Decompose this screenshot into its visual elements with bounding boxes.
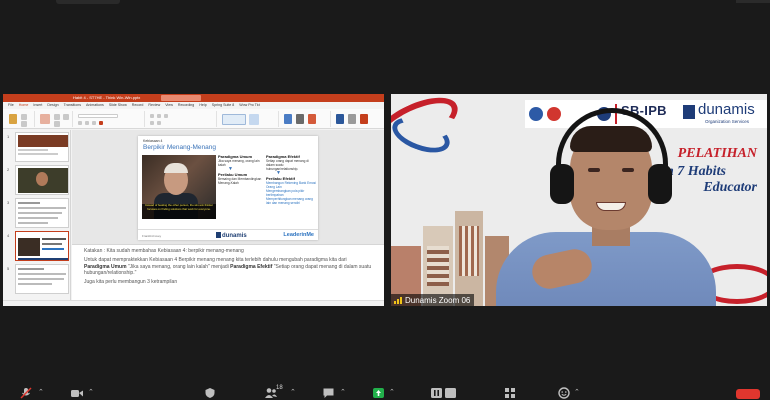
apps-icon[interactable] <box>504 387 516 399</box>
quick-access-toolbar[interactable] <box>7 95 37 108</box>
slide-thumbnail[interactable]: 2 <box>7 165 69 195</box>
meeting-toolbar: ⌃ ⌃ 18 ⌃ ⌃ ⌃ ⌃ <box>0 384 770 400</box>
effective-paradigm-column: Paradigma Efektif Setiap orang dapat men… <box>266 154 316 205</box>
chevron-up-icon[interactable]: ⌃ <box>389 389 395 396</box>
ribbon-tab[interactable]: Wow Pro Tkt <box>239 102 259 109</box>
slide-habit-label: Kebiasaan 4 <box>143 139 163 143</box>
ppt-search-box[interactable] <box>161 95 201 101</box>
slide-photo-caption: Instead of beating the other person, the… <box>142 203 216 219</box>
video-icon[interactable] <box>70 387 84 399</box>
share-screen-icon[interactable] <box>372 387 385 399</box>
chevron-up-icon[interactable]: ⌃ <box>88 389 94 396</box>
ribbon-tab[interactable]: Record <box>132 102 144 109</box>
ribbon-tab[interactable]: Transitions <box>64 102 81 109</box>
top-indicator <box>56 0 120 4</box>
participant-name: Dunamis Zoom 06 <box>405 295 471 305</box>
dunamis-logo: dunamis <box>216 232 247 239</box>
slide-thumbnail[interactable]: 3 <box>7 198 69 228</box>
window-controls[interactable] <box>353 95 381 108</box>
leader-in-me-logo: LeaderinMe <box>283 232 314 238</box>
participant-name-tag: Dunamis Zoom 06 <box>391 294 475 306</box>
connection-signal-icon <box>394 296 402 304</box>
ribbon-tab[interactable]: Review <box>148 102 160 109</box>
slide-thumbnail-pane[interactable]: 1 2 3 4 5 <box>3 130 71 300</box>
current-slide[interactable]: Kebiasaan 4 Berpikir Menang-Menang Inste… <box>138 136 318 240</box>
chevron-up-icon[interactable]: ⌃ <box>574 389 580 396</box>
participant-person <box>486 108 726 306</box>
slide-editor[interactable]: Kebiasaan 4 Berpikir Menang-Menang Inste… <box>72 130 384 300</box>
ribbon-tab[interactable]: Spring Suite 8 <box>212 102 235 109</box>
slide-thumbnail[interactable]: 5 <box>7 264 69 294</box>
participant-video-tile[interactable]: SB-IPB dunamis Organization Services PEL… <box>391 94 767 306</box>
slide-thumbnail-selected[interactable]: 4 <box>7 231 69 261</box>
slide-thumbnail[interactable]: 1 <box>7 132 69 162</box>
participants-count: 18 <box>276 385 283 391</box>
chevron-up-icon[interactable]: ⌃ <box>290 389 296 396</box>
chevron-up-icon[interactable]: ⌃ <box>340 389 346 396</box>
ppt-status-bar <box>3 300 384 306</box>
speaker-notes[interactable]: Katakan : Kita sudah membahas Kebiasaan … <box>72 244 384 300</box>
chat-icon[interactable] <box>322 387 335 399</box>
leave-icon[interactable] <box>736 387 760 399</box>
common-paradigm-column: Paradigma Umum Jika saya menang, orang l… <box>218 154 262 185</box>
mic-muted-icon[interactable] <box>20 387 32 399</box>
slide-footer: FranklinCovey dunamis LeaderinMe <box>138 229 318 240</box>
zoom-meeting-window: Habit 4 - ST7HE - Think Win-Win.pptx Fil… <box>0 0 770 400</box>
ribbon-tab[interactable]: Design <box>47 102 58 109</box>
ribbon-tab[interactable]: Insert <box>33 102 42 109</box>
shared-screen-powerpoint[interactable]: Habit 4 - ST7HE - Think Win-Win.pptx Fil… <box>3 94 384 306</box>
slide-title: Berpikir Menang-Menang <box>143 144 216 151</box>
ribbon-tab[interactable]: Help <box>199 102 206 109</box>
ribbon-tab[interactable]: View <box>165 102 173 109</box>
ppt-filename: Habit 4 - ST7HE - Think Win-Win.pptx <box>73 95 141 100</box>
participants-icon[interactable]: 18 <box>264 385 283 399</box>
ppt-ribbon <box>3 109 384 129</box>
ribbon-tab[interactable]: Recording <box>178 102 194 109</box>
security-icon[interactable] <box>204 387 216 399</box>
ppt-title-bar: Habit 4 - ST7HE - Think Win-Win.pptx <box>3 94 384 108</box>
ppt-ribbon-tabs: File Home Insert Design Transitions Animation… <box>3 102 384 110</box>
ribbon-tab[interactable]: Slide Show <box>109 102 127 109</box>
ribbon-tab[interactable]: Animations <box>86 102 104 109</box>
reactions-icon[interactable] <box>558 387 570 399</box>
chevron-up-icon[interactable]: ⌃ <box>38 389 44 396</box>
view-toggle[interactable] <box>736 0 770 3</box>
pause-share-icon[interactable] <box>430 387 458 399</box>
ribbon-tab[interactable]: File <box>8 102 14 109</box>
